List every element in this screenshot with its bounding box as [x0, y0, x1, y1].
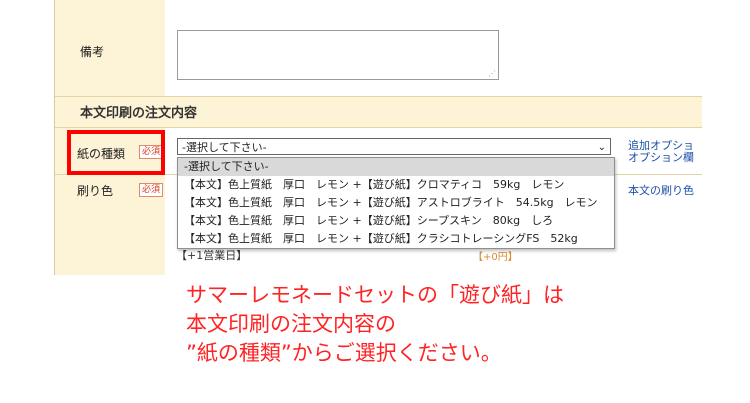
- remarks-label: 備考: [80, 45, 105, 59]
- business-day-note: 【+1営業日】: [176, 249, 248, 262]
- remarks-textarea[interactable]: ⋰: [177, 30, 499, 80]
- print-color-label: 刷り色: [77, 184, 114, 198]
- dropdown-option[interactable]: 【本文】色上質紙 厚口 レモン +【遊び紙】クロマティコ 59kg レモン: [178, 176, 614, 194]
- paper-type-dropdown[interactable]: -選択して下さい- 【本文】色上質紙 厚口 レモン +【遊び紙】クロマティコ 5…: [177, 157, 615, 249]
- resize-grip-icon[interactable]: ⋰: [488, 69, 496, 78]
- chevron-down-icon: ⌄: [597, 142, 606, 153]
- paper-select-value: -選択して下さい-: [182, 141, 267, 154]
- label-column-remarks: [55, 0, 165, 96]
- highlight-box: [67, 130, 165, 175]
- dropdown-option[interactable]: 【本文】色上質紙 厚口 レモン +【遊び紙】アストロブライト 54.5kg レモ…: [178, 194, 614, 212]
- dropdown-option[interactable]: 【本文】色上質紙 厚口 レモン +【遊び紙】シープスキン 80kg しろ: [178, 212, 614, 230]
- section-title: 本文印刷の注文内容: [80, 106, 198, 121]
- paper-type-select[interactable]: -選択して下さい- ⌄: [177, 138, 611, 155]
- price-note: 【+0円】: [473, 252, 518, 263]
- dropdown-option[interactable]: 【本文】色上質紙 厚口 レモン +【遊び紙】クラシコトレーシングFS 52kg: [178, 230, 614, 248]
- caption-line-1: サマーレモネードセットの「遊び紙」は: [186, 283, 564, 307]
- caption-line-3: ”紙の種類”からご選択ください。: [186, 341, 502, 365]
- caption-line-2: 本文印刷の注文内容の: [186, 312, 396, 336]
- print-color-link[interactable]: 本文の刷り色: [628, 182, 694, 198]
- dropdown-option[interactable]: -選択して下さい-: [178, 158, 614, 176]
- required-badge-color: 必須: [139, 183, 164, 197]
- option-field-link[interactable]: オプション欄: [628, 149, 694, 165]
